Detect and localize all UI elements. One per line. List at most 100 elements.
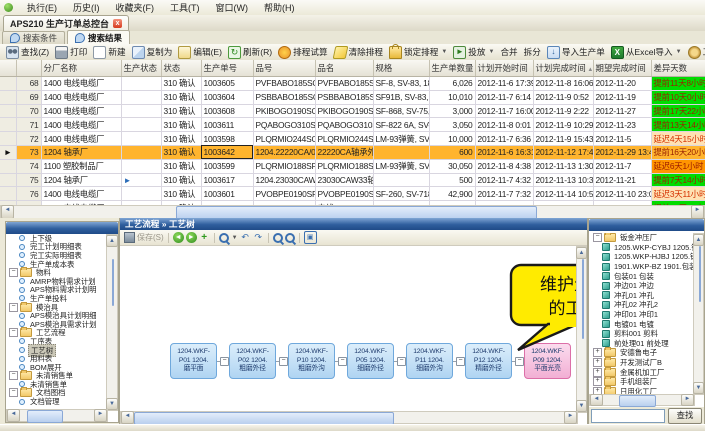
cell-item_name[interactable]: PVFBABO185SOVN74101 — [315, 77, 373, 91]
cell-pstatus[interactable] — [121, 159, 161, 173]
menu-item[interactable]: 帮助(H) — [257, 0, 302, 15]
chevron-down-icon[interactable]: ▼ — [441, 49, 447, 55]
toolbar-button-锁定排程[interactable]: 锁定排程▼ — [386, 45, 450, 60]
chevron-down-icon[interactable]: ▼ — [676, 49, 682, 55]
tab-search-criteria[interactable]: 搜索条件 — [2, 31, 65, 44]
cell-order_no[interactable]: 1003608 — [201, 104, 253, 118]
collapse-icon[interactable]: − — [9, 371, 18, 380]
scroll-left-icon[interactable]: ◄ — [1, 205, 14, 219]
cell-factory[interactable]: 1400 电线电缆厂 — [41, 187, 121, 201]
collapse-icon[interactable]: − — [9, 328, 18, 337]
scroll-right-icon[interactable]: ► — [681, 394, 694, 406]
chevron-down-icon[interactable]: ▼ — [488, 49, 494, 55]
redo-icon[interactable]: ↷ — [253, 232, 264, 243]
flow-node[interactable]: 1204.WKF-P02 1204.粗磨外径 — [229, 343, 276, 379]
scroll-left-icon[interactable]: ◄ — [121, 411, 134, 424]
scroll-down-icon[interactable]: ▼ — [693, 382, 704, 394]
cell-order_no[interactable]: 1003604 — [201, 90, 253, 104]
cell-qty[interactable]: 10,010 — [429, 90, 475, 104]
cell-expect[interactable]: 2012-11-20 — [593, 77, 651, 91]
toolbar-button-查找[interactable]: 查找(Z) — [3, 45, 52, 60]
scroll-track[interactable] — [14, 206, 691, 218]
scroll-track[interactable] — [603, 395, 681, 405]
left-tree-v-scrollbar[interactable]: ▲ ▼ — [106, 234, 118, 411]
cell-start[interactable]: 2012-11-7 4:32 — [475, 173, 533, 187]
cell-item_name[interactable]: 23030CAW33轴承内圈 — [315, 173, 373, 187]
column-header-diff[interactable]: 差异天数 — [651, 60, 705, 77]
column-header-spec[interactable]: 规格 — [373, 60, 429, 77]
undo-icon[interactable]: ↶ — [240, 232, 251, 243]
column-header-start[interactable]: 计划开始时间 — [475, 60, 533, 77]
cell-factory[interactable]: 1204 轴承厂 — [41, 145, 121, 159]
flow-node[interactable]: 1204.WKF-P01 1204.磨平面 — [170, 343, 217, 379]
cell-start[interactable]: 2012-11-7 6:14 — [475, 90, 533, 104]
collapse-icon[interactable]: − — [220, 357, 229, 366]
cell-spec[interactable]: LM-93弹簧, SV-89, ... — [373, 159, 429, 173]
cell-start[interactable]: 2012-11-6 17:39 — [475, 77, 533, 91]
scroll-thumb[interactable] — [112, 259, 114, 306]
toolbar-button-排程试算[interactable]: 排程试算 — [275, 45, 330, 60]
flow-node[interactable]: 1204.WKF-P05 1204.细磨外径 — [347, 343, 394, 379]
table-row[interactable]: 691400 电线电缆厂310 确认1003604PSBBABO185SOVN0… — [0, 90, 705, 104]
cell-factory[interactable]: 1400 电线电缆厂 — [41, 104, 121, 118]
cell-item_name[interactable]: PVOBPE0190SPIN01202 — [315, 187, 373, 201]
cell-item_no[interactable]: PVFBABO185SOVN74101 — [253, 77, 315, 91]
cell-status[interactable]: 310 确认 — [161, 173, 201, 187]
column-header-order_no[interactable]: 生产单号 — [201, 60, 253, 77]
scroll-left-icon[interactable]: ◄ — [590, 394, 603, 406]
column-header-status[interactable]: 状态 — [161, 60, 201, 77]
cell-order_no[interactable]: 1003605 — [201, 77, 253, 91]
toolbar-button-复制为[interactable]: 复制为 — [129, 45, 176, 60]
menu-item[interactable]: 窗口(W) — [209, 0, 256, 15]
expand-icon[interactable]: + — [593, 368, 602, 377]
cell-factory[interactable]: 1400 电线电缆厂 — [41, 132, 121, 146]
cell-diff[interactable]: 提前10天0小时 — [651, 90, 705, 104]
cell-status[interactable]: 310 确认 — [161, 159, 201, 173]
scroll-up-icon[interactable]: ▲ — [106, 235, 118, 247]
cell-factory[interactable]: 1400 电线电缆厂 — [41, 90, 121, 104]
cell-factory[interactable]: 1400 电线电缆厂 — [41, 118, 121, 132]
cell-start[interactable]: 2012-11-8 4:38 — [475, 159, 533, 173]
cell-pstatus[interactable] — [121, 90, 161, 104]
cell-status[interactable]: 310 确认 — [161, 90, 201, 104]
cell-diff[interactable]: 延迟4天15小时 — [651, 132, 705, 146]
find-button[interactable]: 查找 — [668, 408, 702, 424]
cell-factory[interactable]: 1400 电线电缆厂 — [41, 77, 121, 91]
table-row[interactable]: 721400 电线电缆厂310 确认1003598PLQRMIO244SOFN9… — [0, 132, 705, 146]
cell-qty[interactable]: 3,050 — [429, 118, 475, 132]
cell-order_no[interactable]: 1003611 — [201, 118, 253, 132]
cell-finish[interactable]: 2012-11-13 1:30 — [533, 159, 593, 173]
scroll-right-icon[interactable]: ► — [564, 411, 577, 424]
cell-item_no[interactable]: 1204.22220CA/01 — [253, 145, 315, 159]
cell-order_no[interactable]: 1003601 — [201, 187, 253, 201]
column-header-qty[interactable]: 生产单数量 — [429, 60, 475, 77]
cell-spec[interactable] — [373, 145, 429, 159]
column-header-item_no[interactable]: 品号 — [253, 60, 315, 77]
toolbar-button-从xcel导入[interactable]: X从Excel导入▼ — [608, 45, 685, 60]
flow-node[interactable]: 1204.WKF-P10 1204.粗磨外沟 — [288, 343, 335, 379]
collapse-icon[interactable]: − — [456, 357, 465, 366]
collapse-icon[interactable]: − — [9, 388, 18, 397]
expand-icon[interactable]: + — [593, 348, 602, 357]
chevron-down-icon[interactable]: ▼ — [232, 235, 238, 241]
cell-pstatus[interactable] — [121, 104, 161, 118]
cell-diff[interactable]: 延迟3天11小时 — [651, 187, 705, 201]
cell-diff[interactable]: 提前7天14小时 — [651, 173, 705, 187]
tree-item[interactable]: 工序表 — [6, 337, 108, 346]
cell-finish[interactable]: 2012-11-9 15:43 — [533, 132, 593, 146]
cell-item_name[interactable]: PLQRMIO244SOFN94502 — [315, 132, 373, 146]
flow-canvas[interactable]: 1204.WKF-P01 1204.磨平面−1204.WKF-P02 1204.… — [120, 246, 578, 413]
toolbar-button-新建[interactable]: 新建 — [90, 45, 128, 60]
right-tree-v-scrollbar[interactable]: ▲ ▼ — [693, 233, 704, 395]
scroll-right-icon[interactable]: ► — [94, 409, 107, 422]
cell-expect[interactable]: 2012-11-27 — [593, 104, 651, 118]
collapse-icon[interactable]: − — [338, 357, 347, 366]
search-input[interactable] — [591, 409, 665, 423]
collapse-icon[interactable]: − — [515, 357, 524, 366]
canvas-h-scrollbar[interactable]: ◄ ► — [120, 411, 578, 424]
flow-node[interactable]: 1204.WKF-P12 1204.精磨外径 — [465, 343, 512, 379]
cell-diff[interactable]: 提前17天22小时 — [651, 104, 705, 118]
menu-item[interactable]: 工具(T) — [163, 0, 207, 15]
collapse-icon[interactable]: − — [279, 357, 288, 366]
cell-pstatus[interactable]: ► — [121, 173, 161, 187]
